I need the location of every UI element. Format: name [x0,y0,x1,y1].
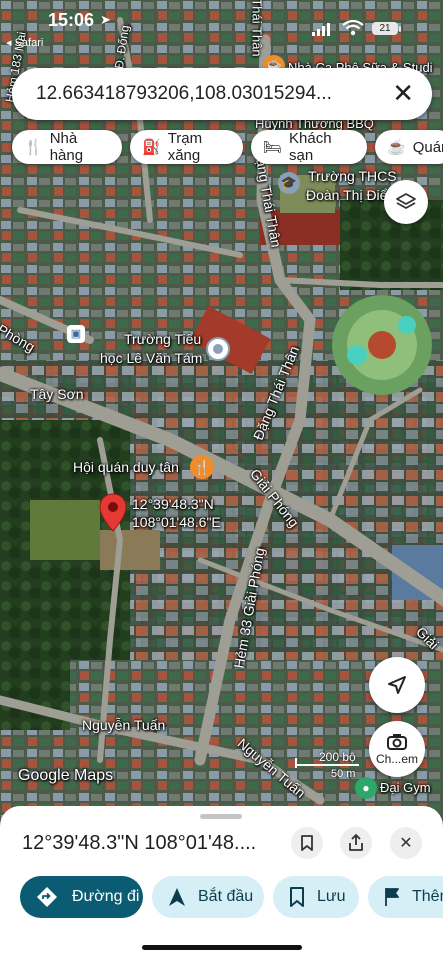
place-label: Đại Gym [380,780,431,795]
gas-station-icon: ⛽ [142,139,161,156]
place-label: Hội quán duy tân [73,459,179,475]
camera-label: Ch...em [375,751,418,766]
home-indicator[interactable] [142,945,302,950]
chip-label: Khách sạn [289,130,332,164]
save-button[interactable]: Lưu [273,876,359,918]
chip-label: Quán [412,138,443,156]
directions-icon [37,887,57,907]
restaurant-icon: 🍴 [24,139,43,156]
place-label: Đoàn Thị Điể [306,187,388,203]
search-input[interactable]: 12.663418793206,108.03015294... [36,83,332,105]
status-time: 15:06 [48,10,95,30]
scale-label-feet: 200 bộ [319,750,356,764]
school-poi-icon[interactable]: 🎓 [278,172,300,194]
chip-label: Nhà hàng [49,130,84,164]
share-button[interactable] [340,827,372,859]
bookmark-icon [301,835,313,851]
street-label: Tây Sơn [30,386,84,402]
add-button[interactable]: Thêm [368,876,443,918]
wifi-icon [342,20,364,36]
dropped-pin-icon[interactable] [98,493,128,533]
scale-bar: 200 bộ 50 m [295,750,365,780]
chip-label: Trạm xăng [167,130,203,164]
camera-view-button[interactable]: Ch...em [369,721,425,777]
chip-restaurants[interactable]: 🍴 Nhà hàng [12,130,122,164]
gym-poi-icon[interactable]: ● [355,777,377,799]
place-label: Trường THCS [308,168,397,184]
cellular-signal-icon [312,22,332,36]
layers-button[interactable] [384,180,428,224]
navigation-arrow-icon [388,676,406,694]
bus-stop-icon[interactable]: ▣ [67,325,85,343]
coffee-icon: ☕ [387,139,406,156]
street-label: Nguyễn Tuấn [82,717,166,733]
google-maps-watermark: Google Maps [18,767,114,784]
place-label: học Lê Văn Tám [100,350,203,366]
chip-gas-stations[interactable]: ⛽ Trạm xăng [130,130,243,164]
battery-icon: 21 [372,22,398,35]
search-bar[interactable]: 12.663418793206,108.03015294... ✕ [12,68,432,120]
save-bookmark-button[interactable] [291,827,323,859]
status-bar: 15:06 ➤ ◂ Safari 21 [0,0,443,49]
directions-label: Đường đi [72,888,140,905]
clear-search-button[interactable]: ✕ [392,80,414,106]
close-icon: ✕ [399,835,413,852]
directions-button[interactable]: Đường đi [20,876,143,918]
layers-icon [396,193,416,209]
flag-icon [385,888,399,906]
back-to-safari-link[interactable]: ◂ Safari [6,36,43,49]
scale-label-meters: 50 m [331,768,356,780]
chip-coffee[interactable]: ☕ Quán [375,130,443,164]
share-icon [349,834,363,851]
close-sheet-button[interactable]: ✕ [390,827,422,859]
pin-coordinate-lat: 12°39'48.3"N [132,496,214,512]
place-title: 12°39'48.3"N 108°01'48.... [22,832,257,854]
hotel-icon: 🛏 [263,139,283,156]
camera-icon [387,733,407,750]
chip-hotels[interactable]: 🛏 Khách sạn [251,130,367,164]
start-button[interactable]: Bắt đầu [152,876,264,918]
location-arrow-icon: ➤ [100,12,111,27]
place-label: Trường Tiểu [124,331,202,347]
school-poi-icon[interactable] [206,337,230,361]
battery-cap [399,26,401,32]
pin-coordinate-lng: 108°01'48.6"E [132,514,221,530]
restaurant-poi-icon[interactable]: 🍴 [190,455,214,479]
add-label: Thêm [412,888,443,905]
bookmark-icon [290,887,304,907]
my-location-button[interactable] [369,657,425,713]
navigation-arrow-icon [169,888,185,906]
save-label: Lưu [317,888,346,905]
sheet-drag-handle[interactable] [200,814,242,819]
start-label: Bắt đầu [198,888,254,905]
